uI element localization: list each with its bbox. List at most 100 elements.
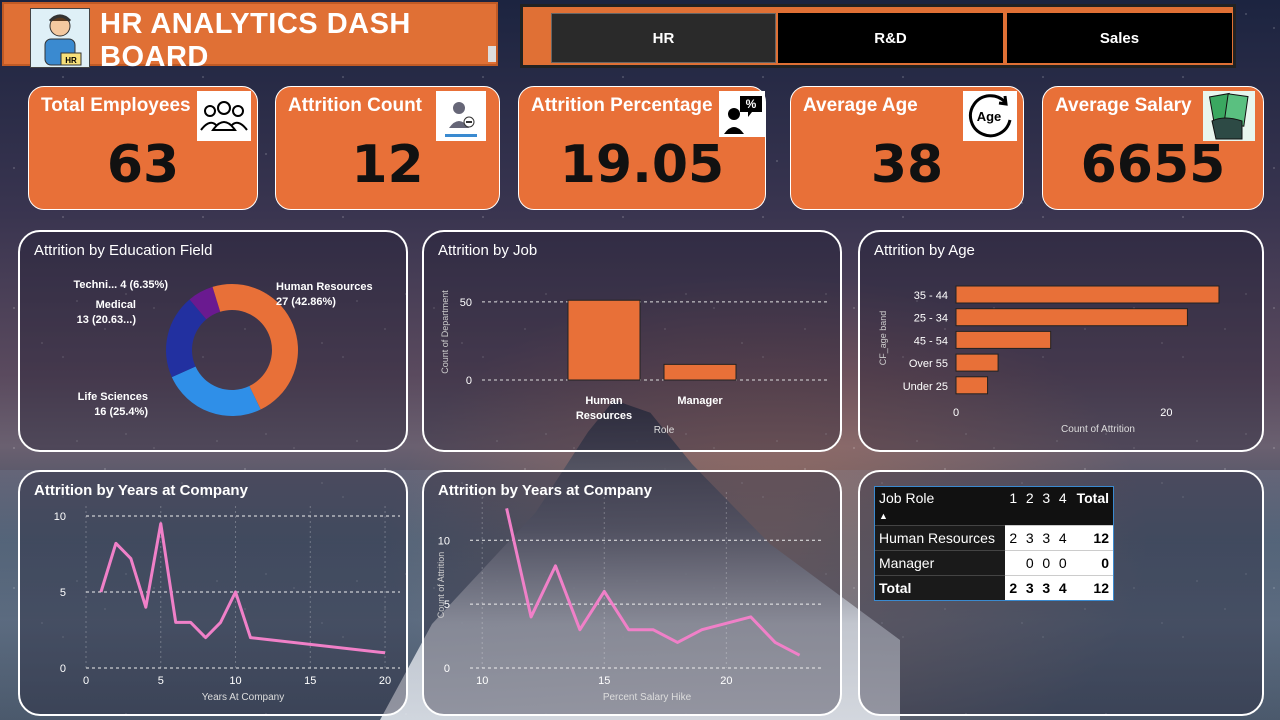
panel-job: Attrition by Job 0 50 Human Resources Manage… [422, 230, 842, 452]
x-tick-label: 10 [229, 675, 241, 687]
y-tick-label: 5 [60, 587, 66, 599]
y-axis-label: Count of Department [440, 290, 450, 374]
kpi-total-employees: Total Employees 63 [28, 86, 258, 210]
x-tick-label: 0 [953, 407, 959, 419]
y-tick-label: Under 25 [903, 381, 948, 393]
person-remove-icon [436, 91, 486, 141]
kpi-average-age: Average Age Age 38 [790, 86, 1024, 210]
dashboard-header: HR HR ANALYTICS DASH BOARD [2, 2, 498, 73]
kpi-label: Attrition Count [288, 95, 423, 116]
donut-slice [171, 366, 261, 416]
matrix-cell [1004, 550, 1022, 576]
tab-hr[interactable]: HR [551, 13, 776, 63]
hr-person-icon: HR [30, 8, 90, 68]
education-donut-chart: Human Resources 27 (42.86%) Life Sciences 1… [73, 279, 373, 418]
kpi-label: Average Age [803, 95, 918, 116]
matrix-cell: 4 [1054, 525, 1071, 551]
series-line [99, 522, 386, 655]
years-line-chart: 0 5 10 0 5 10 15 20 Years At Company [54, 506, 400, 703]
table-row-total: Total 2 3 3 4 12 [875, 575, 1113, 600]
donut-label: Human Resources [276, 281, 373, 293]
y-tick-label: 35 - 44 [914, 290, 948, 302]
table-row: Manager 0 0 0 0 [875, 550, 1113, 576]
x-tick-label: 20 [1160, 407, 1172, 419]
donut-label: Life Sciences [78, 391, 148, 403]
kpi-attrition-count: Attrition Count 12 [275, 86, 500, 210]
matrix-cell: 3 [1021, 575, 1038, 600]
bar [955, 308, 1188, 327]
matrix-cell: 0 [1054, 550, 1071, 576]
money-hand-icon [1203, 91, 1255, 141]
y-tick-label: 25 - 34 [914, 313, 948, 325]
x-tick-label: 10 [476, 675, 488, 687]
donut-value: 16 (25.4%) [94, 406, 148, 418]
x-tick-label: 0 [83, 675, 89, 687]
matrix-row-label: Human Resources [875, 525, 1005, 551]
matrix-header-col[interactable]: 3 [1037, 487, 1055, 526]
matrix-cell: 2 [1004, 525, 1022, 551]
matrix-cell-total: 12 [1070, 575, 1113, 600]
y-tick-label: Over 55 [909, 358, 948, 370]
matrix-row-label: Manager [875, 550, 1005, 576]
bar [663, 363, 737, 381]
matrix-header-col[interactable]: 4 [1054, 487, 1071, 526]
x-tick-label: 20 [379, 675, 391, 687]
tab-sales[interactable]: Sales [1007, 13, 1232, 63]
bar [955, 353, 999, 372]
series-line [505, 508, 801, 657]
x-axis-label: Count of Attrition [1061, 424, 1135, 435]
matrix-cell: 0 [1021, 550, 1038, 576]
bar [955, 285, 1220, 304]
page-title: HR ANALYTICS DASH BOARD [100, 8, 411, 73]
table-row: Human Resources 2 3 3 4 12 [875, 525, 1113, 551]
panel-salary-hike: Attrition by Years at Company 0 5 10 10 15 20… [422, 470, 842, 716]
kpi-label: Attrition Percentage [531, 95, 713, 116]
percent-icon-text: % [746, 97, 757, 111]
donut-value: 13 (20.63...) [77, 314, 137, 326]
age-bar-chart: 35 - 44 25 - 34 45 - 54 Over 55 Under 25 0 20 C… [878, 285, 1220, 435]
matrix-header-col[interactable]: 2 [1021, 487, 1038, 526]
matrix-cell: 3 [1037, 575, 1055, 600]
y-tick-label: 10 [438, 535, 450, 547]
y-tick-label: 45 - 54 [914, 335, 948, 347]
job-role-matrix: Job Role ▲ 1 2 3 4 Total Human Resources … [874, 486, 1114, 601]
y-tick-label: 0 [466, 375, 472, 387]
matrix-cell: 3 [1021, 525, 1038, 551]
y-tick-label: 50 [460, 297, 472, 309]
donut-value: 27 (42.86%) [276, 296, 336, 308]
y-axis-label: CF_age band [878, 311, 888, 366]
kpi-average-salary: Average Salary 6655 [1042, 86, 1264, 210]
sort-asc-icon[interactable]: ▲ [879, 511, 888, 521]
scroll-handle[interactable] [488, 46, 496, 62]
matrix-header-row: Job Role ▲ 1 2 3 4 Total [875, 487, 1113, 526]
x-tick-label: 15 [304, 675, 316, 687]
y-axis-label: Count of Attrition [436, 552, 446, 619]
percent-person-icon: % [719, 91, 765, 137]
x-tick-label: Resources [576, 410, 632, 422]
panel-education-field: Attrition by Education Field Human Resou… [18, 230, 408, 452]
y-tick-label: 0 [444, 663, 450, 675]
panel-years-at-company: Attrition by Years at Company 0 5 10 0 5 10 15… [18, 470, 408, 716]
matrix-row-label: Total [875, 575, 1005, 600]
matrix-header-job-role[interactable]: Job Role ▲ [875, 487, 1005, 526]
kpi-value: 12 [351, 135, 424, 195]
x-tick-label: 5 [158, 675, 164, 687]
age-icon: Age [963, 91, 1017, 141]
matrix-header-total[interactable]: Total [1070, 487, 1113, 526]
matrix-cell-total: 0 [1070, 550, 1113, 576]
bar [567, 299, 641, 381]
matrix-cell: 0 [1037, 550, 1055, 576]
kpi-value: 38 [870, 135, 944, 195]
kpi-label: Average Salary [1055, 95, 1192, 116]
x-tick-label: 15 [598, 675, 610, 687]
kpi-value: 6655 [1080, 135, 1226, 195]
tab-rd[interactable]: R&D [778, 13, 1003, 63]
kpi-attrition-percentage: Attrition Percentage % 19.05 [518, 86, 766, 210]
people-group-icon [197, 91, 251, 141]
matrix-header-col[interactable]: 1 [1004, 487, 1022, 526]
x-axis-label: Percent Salary Hike [603, 692, 692, 703]
y-tick-label: 0 [60, 663, 66, 675]
salary-hike-line-chart: 051010 15 20Percent Salary HikeCount of At… [436, 492, 824, 703]
matrix-cell: 4 [1054, 575, 1071, 600]
x-axis-label: Years At Company [202, 692, 284, 703]
